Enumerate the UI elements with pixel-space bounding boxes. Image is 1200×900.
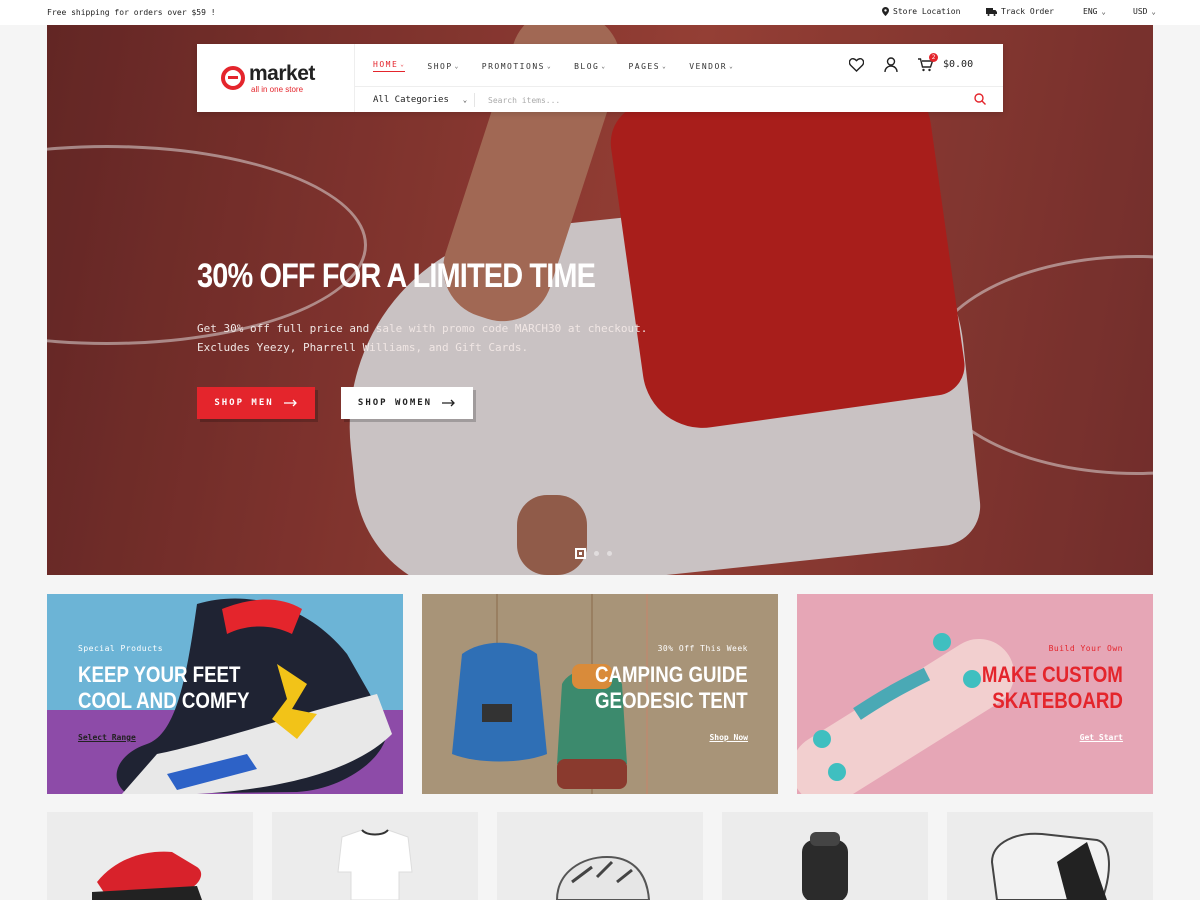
nav-item-promotions[interactable]: PROMOTIONS ⌄ (482, 60, 552, 72)
promo-banner-camping[interactable]: 30% Off This Week CAMPING GUIDE GEODESIC… (422, 594, 778, 794)
main-nav: HOME ⌄ SHOP ⌄ PROMOTIONS ⌄ BLOG ⌄ PAGES ⌄ VEN… (373, 60, 734, 72)
search-divider (474, 93, 475, 107)
chevron-down-icon: ⌄ (729, 62, 735, 70)
currency-value: USD (1133, 7, 1148, 16)
banner-link[interactable]: Select Range (78, 733, 136, 742)
promo-banner-shoes[interactable]: Special Products KEEP YOUR FEET COOL AND… (47, 594, 403, 794)
cart-button[interactable]: 2 $0.00 (918, 52, 974, 72)
chevron-down-icon: ⌄ (454, 62, 460, 70)
main-header: market all in one store HOME ⌄ SHOP ⌄ PROM… (197, 44, 1003, 112)
product-tile-helmet[interactable] (497, 812, 703, 900)
logo-name: market (249, 62, 315, 85)
banner-kicker: Special Products (78, 644, 164, 653)
nav-label: BLOG (574, 61, 600, 71)
shop-men-button[interactable]: SHOP MEN (197, 387, 315, 419)
nav-item-home[interactable]: HOME ⌄ (373, 60, 406, 72)
arrow-right-icon (283, 399, 297, 407)
backpack-product-image (802, 832, 848, 900)
shipping-promo-text: Free shipping for orders over $59 ! (47, 8, 216, 17)
banner-kicker: 30% Off This Week (657, 644, 748, 653)
hero-subtitle: Get 30% off full price and sale with pro… (197, 319, 647, 357)
slider-dot[interactable] (607, 551, 612, 556)
cart-count-badge: 2 (929, 52, 938, 62)
user-icon[interactable] (884, 57, 898, 72)
boxing-glove-product-image (990, 832, 1110, 900)
sneaker-product-image (92, 851, 202, 900)
banner-title-line: COOL AND COMFY (78, 688, 250, 713)
banner-title-line: SKATEBOARD (992, 688, 1123, 713)
banner-title: MAKE CUSTOM SKATEBOARD (982, 662, 1123, 714)
truck-icon (986, 7, 997, 16)
banner-title: CAMPING GUIDE GEODESIC TENT (595, 662, 748, 714)
product-tile-tshirt[interactable] (272, 812, 478, 900)
slider-dot[interactable] (594, 551, 599, 556)
nav-item-shop[interactable]: SHOP ⌄ (427, 60, 459, 72)
nav-label: HOME (373, 60, 399, 69)
hero-subtitle-line: Excludes Yeezy, Pharrell Williams, and G… (197, 341, 529, 354)
language-select[interactable]: ENG ⌄ (1083, 7, 1106, 16)
nav-label: SHOP (427, 61, 453, 71)
shop-women-label: SHOP WOMEN (357, 398, 433, 408)
category-select-value: All Categories (373, 95, 449, 105)
hero-subtitle-line: Get 30% off full price and sale with pro… (197, 322, 648, 335)
nav-item-pages[interactable]: PAGES ⌄ (628, 60, 667, 72)
chevron-down-icon: ⌄ (1151, 7, 1156, 16)
hero-title: 30% OFF FOR A LIMITED TIME (197, 257, 596, 295)
heart-icon[interactable] (849, 57, 864, 72)
chevron-down-icon: ⌄ (1101, 7, 1106, 16)
search-input[interactable] (488, 94, 948, 106)
track-order-link[interactable]: Track Order (986, 7, 1054, 16)
track-order-label: Track Order (1001, 7, 1054, 16)
chevron-down-icon: ⌄ (462, 96, 468, 104)
language-value: ENG (1083, 7, 1098, 16)
nav-item-blog[interactable]: BLOG ⌄ (574, 60, 606, 72)
search-icon[interactable] (974, 93, 986, 105)
banner-link[interactable]: Get Start (1080, 733, 1123, 742)
chevron-down-icon: ⌄ (546, 62, 553, 70)
promo-banner-skateboard[interactable]: Build Your Own MAKE CUSTOM SKATEBOARD Ge… (797, 594, 1153, 794)
site-logo[interactable]: market all in one store (197, 44, 355, 112)
cart-total: $0.00 (943, 59, 974, 70)
top-bar: Free shipping for orders over $59 ! Stor… (0, 0, 1200, 25)
nav-label: PAGES (628, 61, 661, 71)
header-actions: 2 $0.00 (849, 52, 974, 72)
arrow-right-icon (442, 399, 456, 407)
nav-item-vendor[interactable]: VENDOR ⌄ (689, 60, 734, 72)
store-location-label: Store Location (893, 7, 961, 16)
helmet-product-image (555, 855, 651, 900)
category-select[interactable]: All Categories ⌄ (373, 95, 467, 105)
slider-pagination (575, 548, 612, 559)
product-tile-backpack[interactable] (722, 812, 928, 900)
shop-men-label: SHOP MEN (214, 398, 274, 408)
banner-link[interactable]: Shop Now (709, 733, 748, 742)
banner-title-line: CAMPING GUIDE (595, 662, 748, 687)
banner-title-line: KEEP YOUR FEET (78, 662, 241, 687)
slider-dot-active[interactable] (575, 548, 586, 559)
chevron-down-icon: ⌄ (662, 62, 668, 70)
product-tile-boxing-glove[interactable] (947, 812, 1153, 900)
chevron-down-icon: ⌄ (400, 61, 406, 68)
logo-tagline: all in one store (251, 85, 304, 94)
logo-e-icon (221, 66, 245, 90)
shop-women-button[interactable]: SHOP WOMEN (341, 387, 473, 419)
currency-select[interactable]: USD ⌄ (1133, 7, 1156, 16)
banner-kicker: Build Your Own (1048, 644, 1123, 653)
nav-label: VENDOR (689, 61, 728, 71)
chevron-down-icon: ⌄ (601, 62, 607, 70)
store-location-link[interactable]: Store Location (882, 7, 960, 16)
banner-title-line: MAKE CUSTOM (982, 662, 1123, 687)
nav-label: PROMOTIONS (481, 61, 545, 71)
product-tile-sneaker[interactable] (47, 812, 253, 900)
tshirt-product-image (337, 829, 413, 900)
header-divider (355, 86, 1003, 87)
map-pin-icon (882, 7, 889, 16)
banner-title: KEEP YOUR FEET COOL AND COMFY (78, 662, 249, 714)
banner-title-line: GEODESIC TENT (595, 688, 748, 713)
